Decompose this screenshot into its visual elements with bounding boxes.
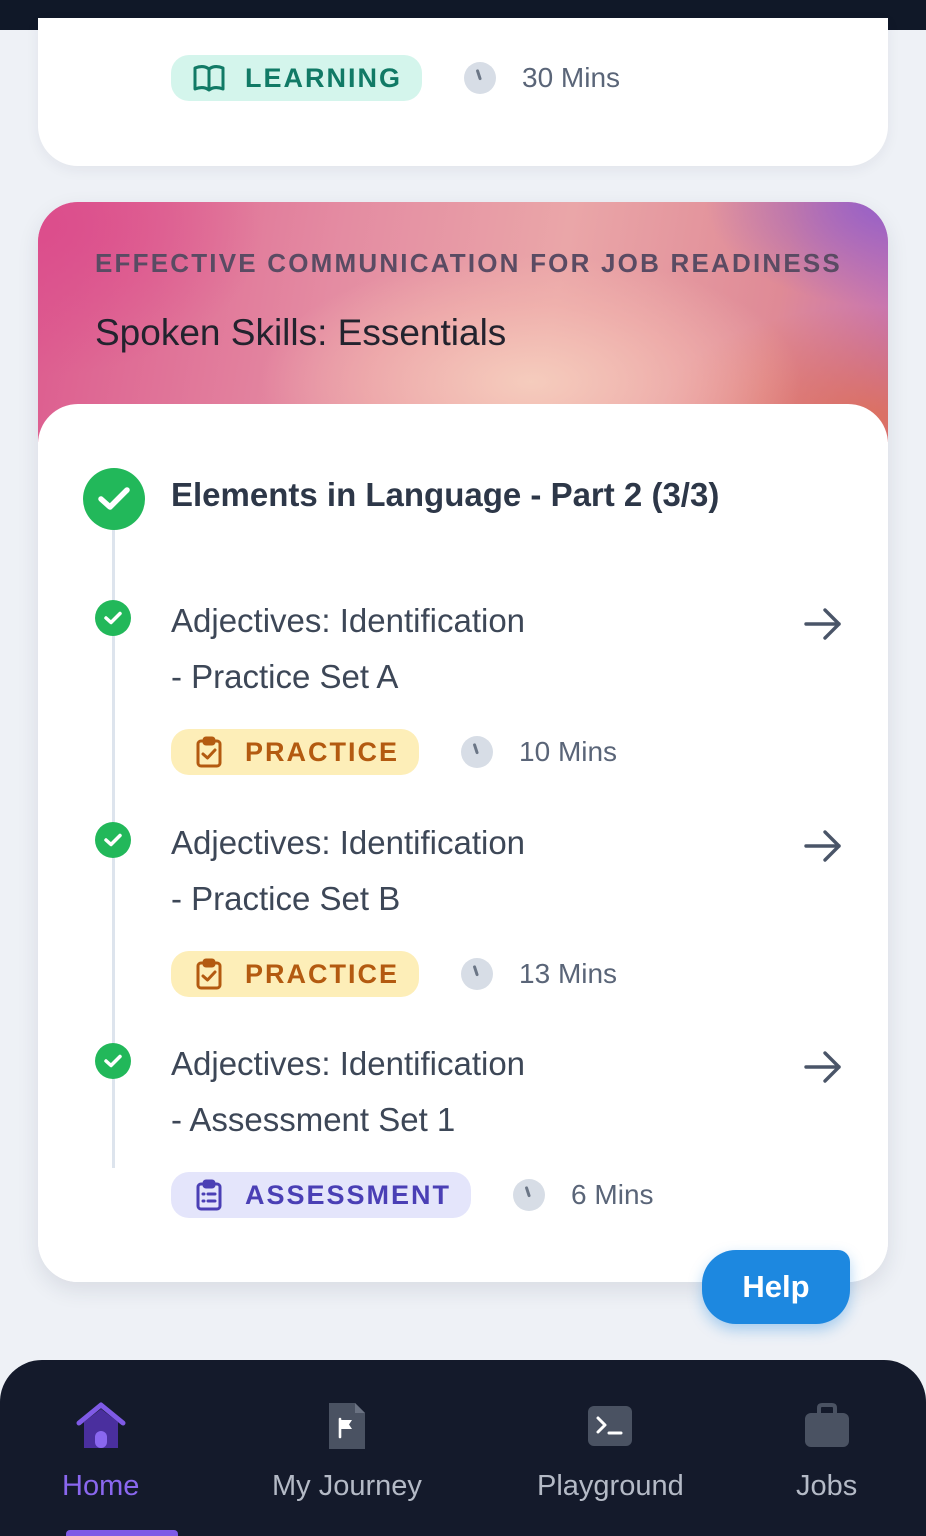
- tag-label: LEARNING: [245, 62, 402, 93]
- arrow-right-icon[interactable]: [799, 600, 847, 648]
- lesson-complete-check-icon: [95, 822, 131, 858]
- nav-item-my-journey[interactable]: My Journey: [272, 1396, 422, 1503]
- nav-label: Playground: [537, 1470, 684, 1502]
- course-card: EFFECTIVE COMMUNICATION FOR JOB READINES…: [38, 202, 888, 1282]
- briefcase-icon: [797, 1396, 857, 1456]
- active-tab-indicator: [66, 1530, 178, 1536]
- lesson-meta: LEARNING 30 Mins: [171, 54, 620, 102]
- learning-tag: LEARNING: [171, 55, 422, 101]
- nav-item-jobs[interactable]: Jobs: [796, 1396, 857, 1503]
- practice-tag: PRACTICE: [171, 951, 420, 997]
- clipboard-list-icon: [191, 1177, 227, 1213]
- lesson-subtitle[interactable]: - Assessment Set 1: [171, 1101, 455, 1139]
- practice-tag: PRACTICE: [171, 729, 420, 775]
- lesson-meta: ASSESSMENT 6 Mins: [171, 1171, 654, 1219]
- nav-label: Home: [62, 1470, 140, 1502]
- arrow-right-icon[interactable]: [799, 822, 847, 870]
- assessment-tag: ASSESSMENT: [171, 1172, 472, 1218]
- lesson-complete-check-icon: [95, 600, 131, 636]
- course-title: Spoken Skills: Essentials: [95, 312, 507, 353]
- clipboard-check-icon: [191, 734, 227, 770]
- nav-item-home[interactable]: Home: [62, 1396, 139, 1503]
- tag-label: PRACTICE: [245, 958, 400, 989]
- lesson-title[interactable]: Adjectives: Identification: [171, 602, 525, 640]
- tag-label: ASSESSMENT: [245, 1179, 452, 1210]
- lesson-complete-check-icon: [95, 1043, 131, 1079]
- home-icon: [71, 1396, 131, 1456]
- section-complete-check-icon: [83, 468, 145, 530]
- lesson-meta: PRACTICE 13 Mins: [171, 950, 617, 998]
- nav-item-playground[interactable]: Playground: [537, 1396, 684, 1503]
- tag-label: PRACTICE: [245, 736, 400, 767]
- duration-text: 30 Mins: [522, 62, 621, 93]
- bottom-navigation: Home My Journey Playground Jobs: [0, 1360, 926, 1536]
- help-button[interactable]: Help: [702, 1250, 850, 1324]
- lesson-meta: PRACTICE 10 Mins: [171, 728, 617, 776]
- clock-icon: [464, 62, 496, 94]
- clock-icon: [461, 958, 494, 990]
- duration-text: 13 Mins: [519, 958, 618, 989]
- clock-icon: [461, 736, 494, 768]
- lesson-title[interactable]: Adjectives: Identification: [171, 1045, 525, 1083]
- lesson-subtitle[interactable]: - Practice Set A: [171, 658, 398, 696]
- book-open-icon: [191, 60, 227, 96]
- duration-text: 6 Mins: [571, 1179, 654, 1210]
- journey-flag-icon: [317, 1396, 377, 1456]
- terminal-icon: [580, 1396, 640, 1456]
- nav-label: My Journey: [272, 1470, 422, 1502]
- duration-text: 10 Mins: [519, 736, 618, 767]
- previous-lesson-card[interactable]: LEARNING 30 Mins: [38, 18, 888, 166]
- arrow-right-icon[interactable]: [799, 1043, 847, 1091]
- clipboard-check-icon: [191, 956, 227, 992]
- course-body: Elements in Language - Part 2 (3/3) Adje…: [38, 404, 888, 1282]
- lesson-subtitle[interactable]: - Practice Set B: [171, 880, 400, 918]
- course-category: EFFECTIVE COMMUNICATION FOR JOB READINES…: [95, 248, 842, 278]
- section-title[interactable]: Elements in Language - Part 2 (3/3): [171, 476, 719, 514]
- nav-label: Jobs: [796, 1470, 858, 1502]
- lesson-title[interactable]: Adjectives: Identification: [171, 824, 525, 862]
- clock-icon: [513, 1179, 546, 1211]
